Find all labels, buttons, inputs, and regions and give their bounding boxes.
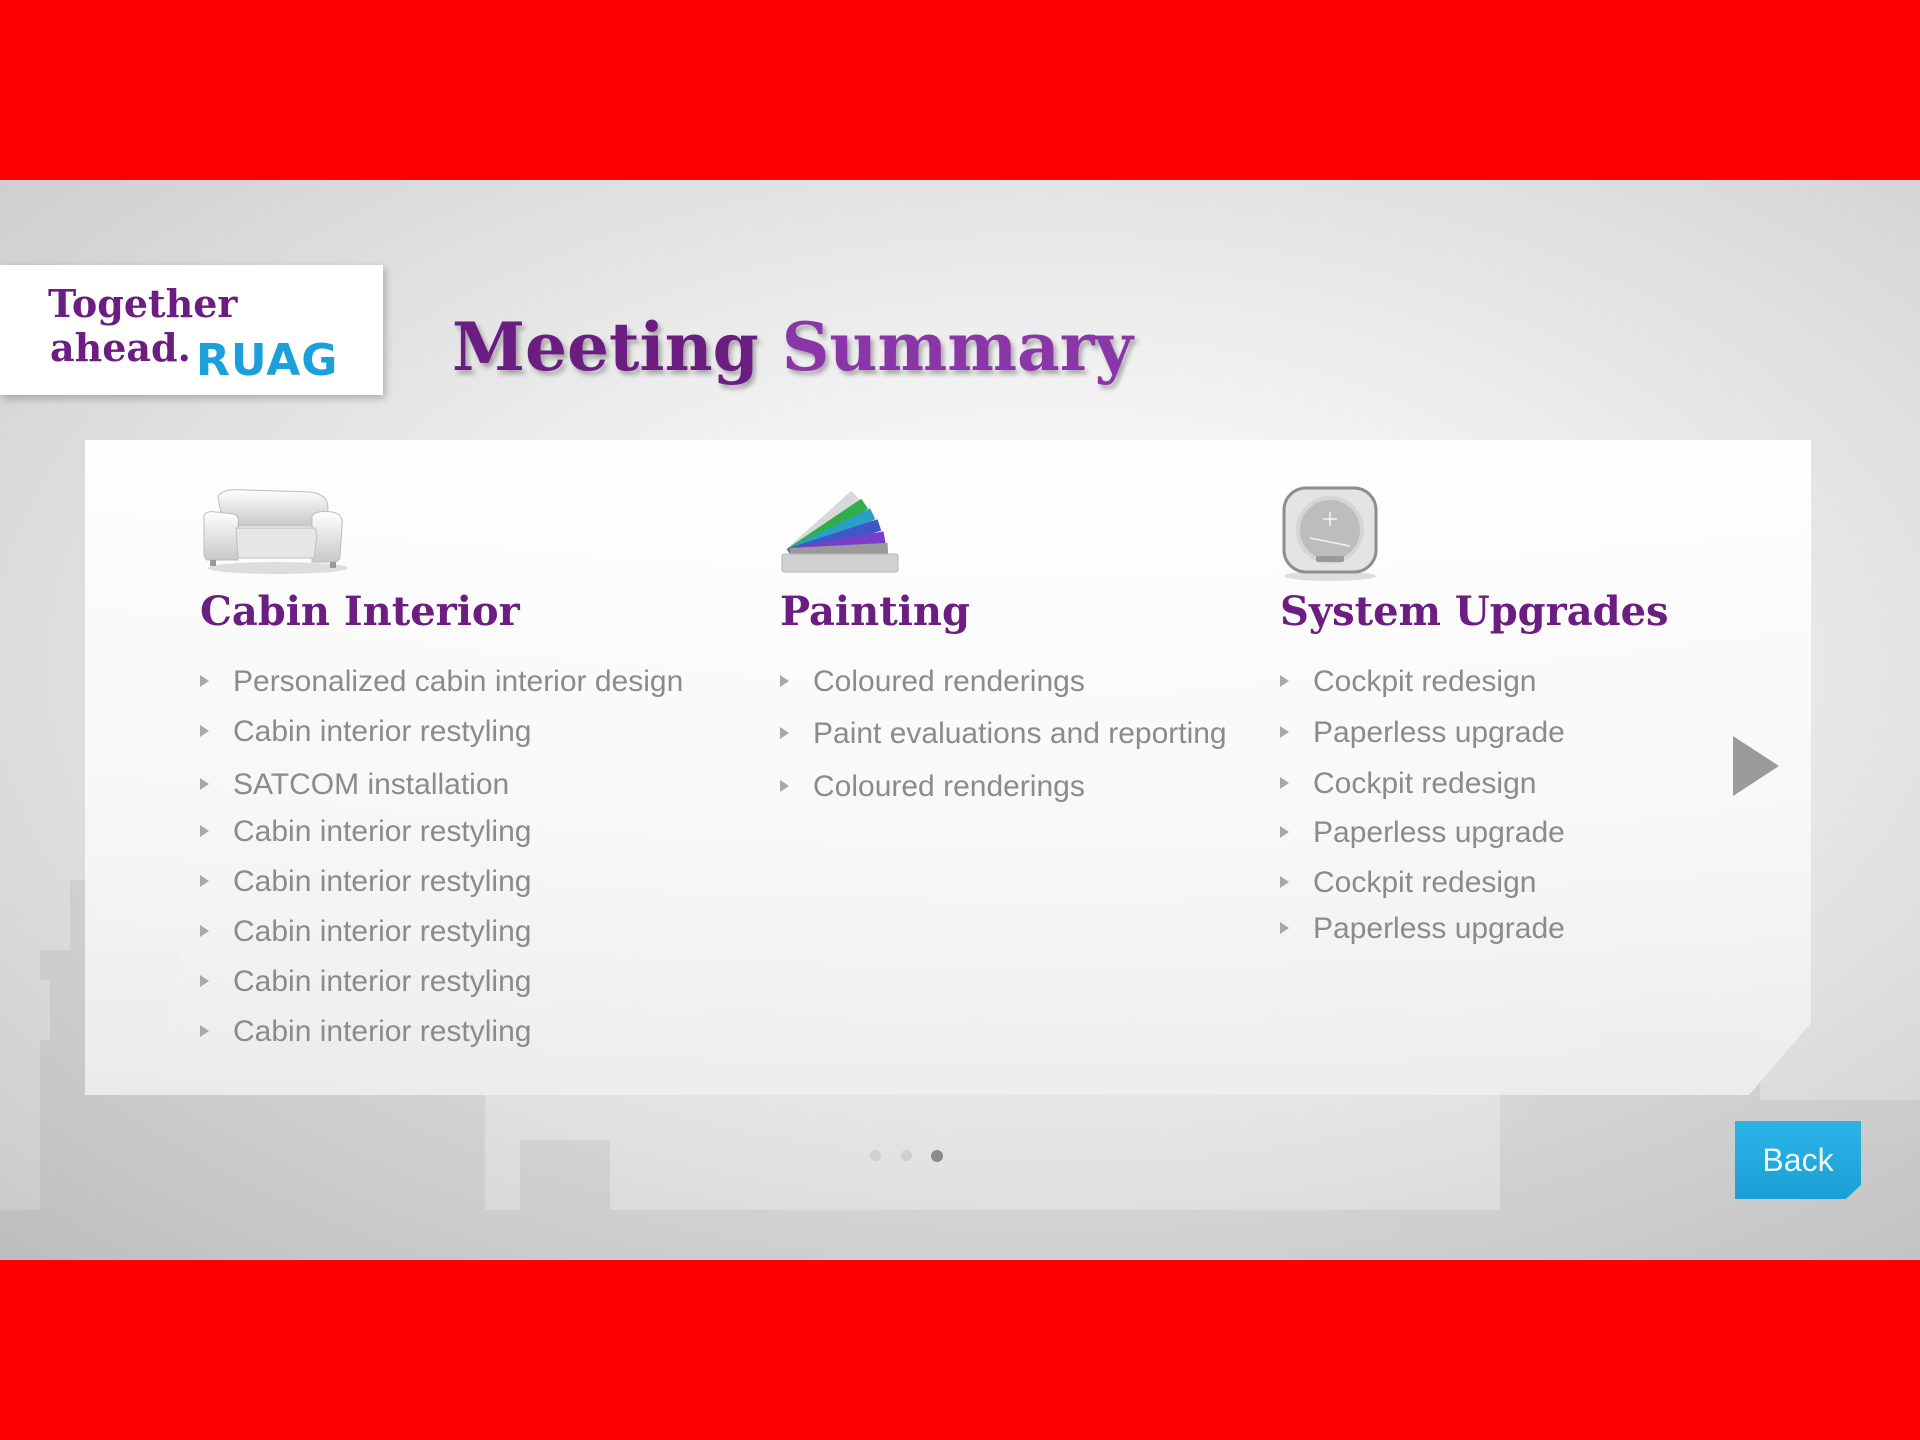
page-title-word1: Meeting	[452, 308, 759, 386]
bullet-triangle-icon	[200, 675, 209, 688]
cockpit-instrument-icon	[1282, 486, 1378, 581]
list-item: Coloured renderings	[780, 665, 1085, 699]
bullet-triangle-icon	[200, 825, 209, 838]
list-item: Paint evaluations and reporting	[780, 717, 1227, 751]
bullet-triangle-icon	[1280, 922, 1289, 935]
list-item: SATCOM installation	[200, 768, 509, 802]
bullet-triangle-icon	[200, 975, 209, 988]
list-item: Cockpit redesign	[1280, 866, 1536, 900]
page-title: Meeting Summary	[452, 308, 1133, 386]
bullet-triangle-icon	[200, 725, 209, 738]
list-item: Cabin interior restyling	[200, 815, 531, 849]
pagination-dot-2[interactable]	[901, 1150, 912, 1161]
bullet-triangle-icon	[200, 875, 209, 888]
bullet-triangle-icon	[1280, 777, 1289, 790]
column-title: Painting	[780, 588, 970, 635]
list-item: Personalized cabin interior design	[200, 665, 683, 699]
logo-tagline-line2: ahead.	[50, 325, 191, 370]
list-item: Cabin interior restyling	[200, 965, 531, 999]
list-item: Cabin interior restyling	[200, 715, 531, 749]
column-title: System Upgrades	[1280, 588, 1669, 635]
bullet-triangle-icon	[200, 778, 209, 791]
summary-panel: Cabin Interior Personalized cabin interi…	[85, 440, 1811, 1095]
ruag-logo: Together ahead. RUAG	[0, 265, 383, 395]
list-item: Cockpit redesign	[1280, 767, 1536, 801]
bullet-triangle-icon	[1280, 876, 1289, 889]
list-item: Paperless upgrade	[1280, 912, 1565, 946]
logo-brand: RUAG	[196, 335, 339, 386]
bullet-triangle-icon	[780, 780, 789, 793]
bullet-triangle-icon	[1280, 726, 1289, 739]
color-swatch-icon	[781, 490, 899, 573]
list-item: Cockpit redesign	[1280, 665, 1536, 699]
logo-tagline-line1: Together	[48, 281, 238, 326]
list-item: Coloured renderings	[780, 770, 1085, 804]
list-item: Cabin interior restyling	[200, 865, 531, 899]
page-title-word2: Summary	[781, 308, 1133, 386]
bullet-triangle-icon	[200, 925, 209, 938]
bullet-triangle-icon	[780, 727, 789, 740]
back-button[interactable]: Back	[1735, 1121, 1861, 1199]
next-page-arrow-icon[interactable]	[1733, 736, 1779, 796]
pagination-dot-3[interactable]	[931, 1150, 943, 1162]
list-item: Cabin interior restyling	[200, 915, 531, 949]
bullet-triangle-icon	[200, 1025, 209, 1038]
list-item: Cabin interior restyling	[200, 1015, 531, 1049]
pagination-dot-1[interactable]	[870, 1150, 881, 1161]
presentation-screen: Together ahead. RUAG Meeting Summary Cab…	[0, 180, 1920, 1260]
column-title: Cabin Interior	[200, 588, 520, 635]
list-item: Paperless upgrade	[1280, 716, 1565, 750]
bullet-triangle-icon	[1280, 675, 1289, 688]
bullet-triangle-icon	[1280, 826, 1289, 839]
armchair-icon	[203, 489, 348, 574]
list-item: Paperless upgrade	[1280, 816, 1565, 850]
bullet-triangle-icon	[780, 675, 789, 688]
